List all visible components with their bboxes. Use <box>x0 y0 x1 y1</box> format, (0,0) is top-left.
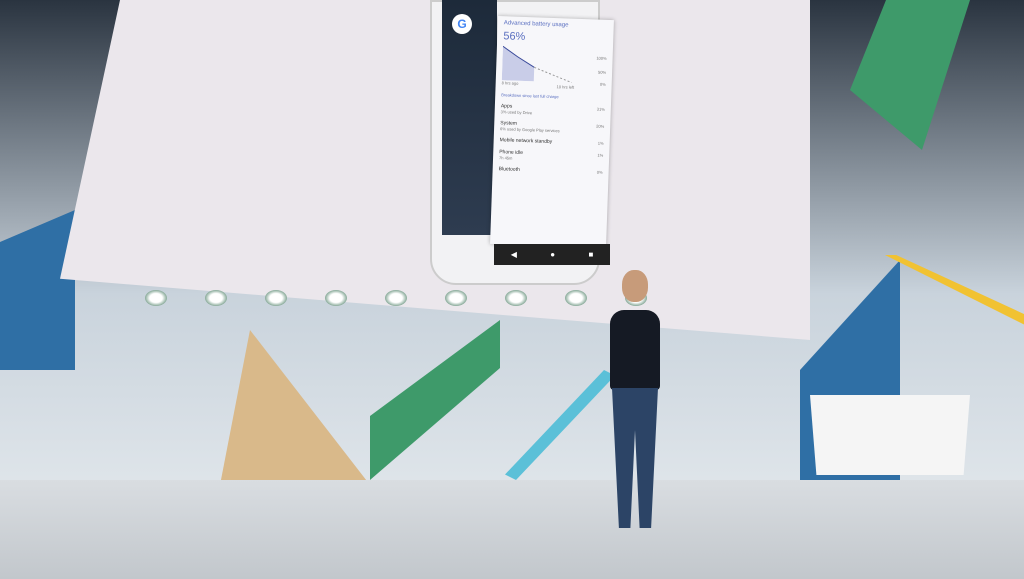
battery-percent: 56% <box>503 30 526 44</box>
podium <box>810 395 970 475</box>
x-label-right: 10 hrs left <box>556 84 575 90</box>
battery-graph <box>501 45 572 84</box>
section-header: Breakdown since last full charge <box>501 92 559 100</box>
recents-icon[interactable]: ■ <box>588 250 593 259</box>
usage-item-value: 1% <box>597 152 604 158</box>
y-label-top: 100% <box>596 55 607 61</box>
battery-usage-screen: Advanced battery usage 56% 100% 50% 0% 8… <box>490 16 614 248</box>
usage-item-value: 31% <box>596 106 605 112</box>
x-label-left: 8 hrs ago <box>501 80 519 86</box>
usage-item-detail: 3% used by Drive <box>500 109 533 116</box>
phone-home-screen: G <box>442 0 497 235</box>
usage-item-detail: 7h 45m <box>498 155 513 161</box>
usage-item-name: Mobile network standby <box>499 137 553 146</box>
stage-lights <box>145 290 647 306</box>
usage-item[interactable]: Phone idle 7h 45m 1% <box>499 149 603 164</box>
y-label-bottom: 0% <box>599 81 606 87</box>
y-label-mid: 50% <box>598 69 607 75</box>
stage-floor <box>0 480 1024 579</box>
google-icon: G <box>452 14 472 34</box>
usage-item[interactable]: Apps 3% used by Drive 31% <box>501 103 605 118</box>
back-icon[interactable]: ◀ <box>511 250 517 259</box>
usage-item[interactable]: Mobile network standby 1% <box>500 137 604 147</box>
usage-item-detail: 6% used by Google Play services <box>499 126 560 134</box>
home-icon[interactable]: ● <box>550 250 555 259</box>
usage-item-value: 0% <box>596 169 603 175</box>
screen-title: Advanced battery usage <box>503 20 569 29</box>
usage-item-value: 20% <box>596 123 605 129</box>
battery-chart: 100% 50% 0% 8 hrs ago 10 hrs left <box>502 44 607 90</box>
usage-item-value: 1% <box>597 140 604 146</box>
nav-bar: ◀ ● ■ <box>494 244 610 265</box>
usage-item[interactable]: Bluetooth 0% <box>499 166 603 176</box>
usage-item[interactable]: System 6% used by Google Play services 20% <box>500 120 604 135</box>
usage-item-name: Bluetooth <box>498 166 520 173</box>
presenter <box>600 270 670 545</box>
